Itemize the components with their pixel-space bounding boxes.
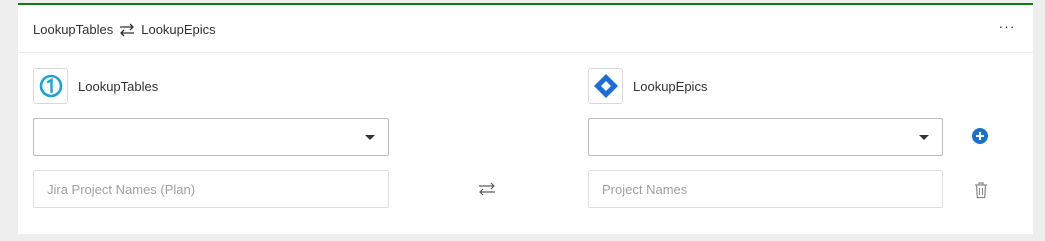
source-app-name: LookupTables: [78, 78, 159, 94]
swap-arrows-icon: [120, 23, 135, 36]
header-title: LookupTables LookupEpics: [33, 22, 216, 37]
target-field-dropdown[interactable]: [588, 118, 943, 156]
sync-mapping-panel: LookupTables LookupEpics ··· LookupTable…: [18, 3, 1033, 234]
caret-down-icon: [365, 135, 375, 140]
header-source-name: LookupTables: [33, 22, 114, 37]
jira-logo-icon: [588, 68, 623, 104]
plus-circle-icon[interactable]: [972, 128, 988, 144]
swap-arrows-icon: [479, 182, 495, 196]
trash-icon[interactable]: [973, 181, 989, 199]
more-options-button[interactable]: ···: [997, 19, 1017, 37]
onetable-logo-icon: [33, 68, 68, 104]
target-field-input[interactable]: [588, 170, 943, 208]
panel-header: LookupTables LookupEpics ···: [18, 5, 1033, 53]
header-target-name: LookupEpics: [141, 22, 216, 37]
source-field-input[interactable]: [33, 170, 389, 208]
source-app: LookupTables: [33, 68, 158, 104]
target-app-name: LookupEpics: [633, 78, 708, 94]
source-field-dropdown[interactable]: [33, 118, 389, 156]
caret-down-icon: [919, 135, 929, 140]
target-app: LookupEpics: [588, 68, 707, 104]
